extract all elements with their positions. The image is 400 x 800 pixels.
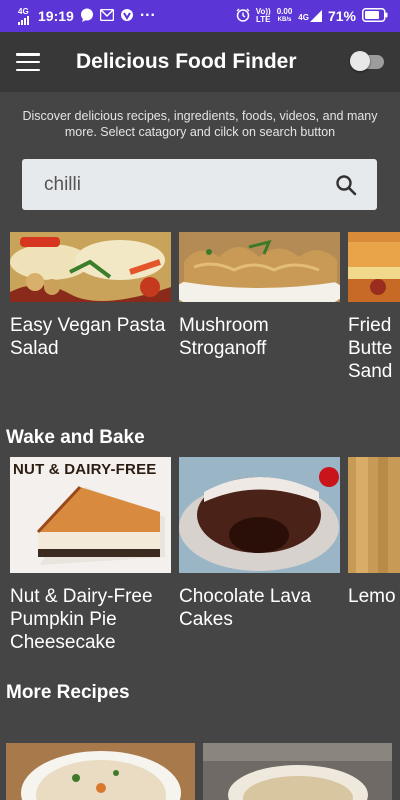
recipe-image-lemon xyxy=(348,457,400,573)
recipe-image-pasta-salad xyxy=(10,232,171,302)
recipe-title: Fried Butte Sand xyxy=(348,315,393,382)
theme-toggle[interactable] xyxy=(350,51,386,73)
recipe-card[interactable]: NUT & DAIRY-FREE Nut & Dairy-Free Pumpki… xyxy=(10,457,171,654)
mail-icon xyxy=(99,8,115,24)
recipe-carousel-wake-and-bake: NUT & DAIRY-FREE Nut & Dairy-Free Pumpki… xyxy=(0,457,400,667)
recipe-title: Easy Vegan Pasta Salad xyxy=(10,315,166,359)
recipe-image-rice-bowl xyxy=(6,743,195,800)
search-input[interactable] xyxy=(42,172,335,197)
section-title-more-recipes: More Recipes xyxy=(6,682,130,703)
recipe-card[interactable]: Chocolate Lava Cakes xyxy=(179,457,340,631)
recipe-card[interactable] xyxy=(6,743,195,800)
chat-icon xyxy=(80,8,94,25)
clock: 19:19 xyxy=(38,8,74,24)
recipe-image-pumpkin-cheesecake: NUT & DAIRY-FREE xyxy=(10,457,171,573)
more-notifications-icon: ··· xyxy=(139,7,156,24)
hamburger-menu-icon[interactable] xyxy=(16,53,40,71)
app-bar: Delicious Food Finder xyxy=(0,32,400,92)
volte-indicator: Vo)) LTE xyxy=(255,7,271,24)
alarm-icon xyxy=(236,8,250,25)
recipe-grid-more xyxy=(0,743,400,800)
battery-percent: 71% xyxy=(327,8,356,24)
search-box xyxy=(22,159,377,210)
signal-icon: 4G xyxy=(18,6,32,25)
recipe-card[interactable] xyxy=(203,743,392,800)
section-title-wake-and-bake: Wake and Bake xyxy=(6,427,145,448)
recipe-card[interactable]: Easy Vegan Pasta Salad xyxy=(10,232,171,360)
app-title: Delicious Food Finder xyxy=(76,50,297,73)
speed-indicator: 0.00 KB/s xyxy=(276,7,293,24)
network-signal-icon: 4G xyxy=(298,10,322,22)
image-overlay-text: NUT & DAIRY-FREE xyxy=(13,461,157,478)
recipe-image-chocolate-lava-cakes xyxy=(179,457,340,573)
recipe-card[interactable]: Fried Butte Sand xyxy=(348,232,400,383)
recipe-title: Mushroom Stroganoff xyxy=(179,315,269,359)
recipe-title: Lemo xyxy=(348,586,396,607)
battery-icon xyxy=(362,7,388,25)
recipe-title: Chocolate Lava Cakes xyxy=(179,586,312,630)
description-text: Discover delicious recipes, ingredients,… xyxy=(22,109,378,139)
recipe-image-mushroom-stroganoff xyxy=(179,232,340,302)
recipe-card[interactable]: Mushroom Stroganoff xyxy=(179,232,340,360)
signal-label: 4G xyxy=(18,6,29,16)
shield-icon xyxy=(120,8,134,25)
recipe-card[interactable]: Lemo xyxy=(348,457,400,608)
recipe-title: Nut & Dairy-Free Pumpkin Pie Cheesecake xyxy=(10,586,153,653)
recipe-carousel-top: Easy Vegan Pasta Salad Mushroom Strogano… xyxy=(0,232,400,392)
search-icon[interactable] xyxy=(335,174,357,196)
recipe-image-soup xyxy=(203,743,392,800)
status-bar: 4G 19:19 ··· Vo)) LTE 0.00 KB/s 4G 71% xyxy=(0,0,400,32)
recipe-image-fried-sandwich xyxy=(348,232,400,302)
